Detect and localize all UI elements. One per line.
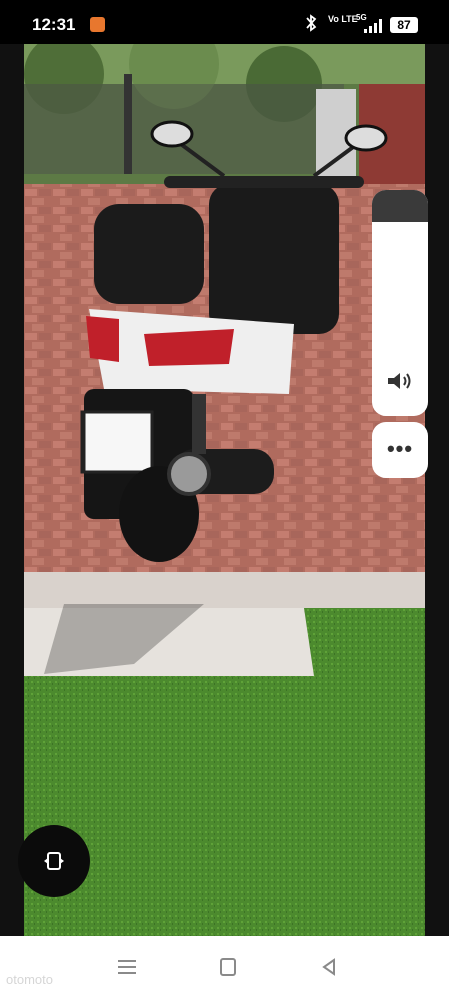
left-border [0,44,24,936]
panel-header [372,190,428,222]
right-border [425,44,449,936]
more-options-button[interactable]: ••• [372,422,428,478]
volte-indicator: Vo LTE [328,14,358,24]
menu-icon[interactable] [116,957,138,977]
status-bar: 12:31 Vo LTE 5G 87 [0,0,449,46]
back-triangle-icon[interactable] [318,957,340,977]
scooter-photo [24,44,425,936]
battery-indicator: 87 [390,17,418,33]
app-notification-icon [90,17,105,32]
rotate-screen-button[interactable] [18,825,90,897]
clock: 12:31 [32,15,76,34]
more-dots: ••• [386,436,414,461]
volume-icon[interactable] [386,370,414,392]
photo-scene [24,44,425,936]
rotate-icon [44,852,64,870]
floating-side-panel[interactable] [372,190,428,416]
navigation-bar [0,936,449,998]
watermark: otomoto [6,972,53,987]
signal-icon [364,19,382,33]
square-icon[interactable] [217,957,239,977]
bluetooth-icon [306,14,317,32]
